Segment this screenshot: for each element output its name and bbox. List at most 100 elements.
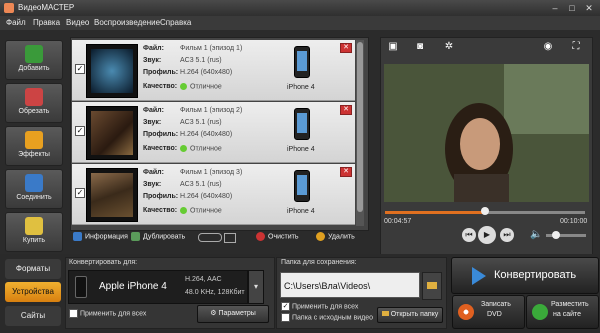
play-icon[interactable]: ▶: [478, 226, 496, 244]
delete-icon: [316, 232, 325, 241]
buy-button[interactable]: Купить: [5, 212, 63, 252]
file-audio: AC3 5.1 (rus): [180, 181, 222, 188]
apply-all-save-checkbox[interactable]: ✓: [281, 302, 290, 311]
apply-all-convert[interactable]: Применить для всех: [69, 309, 146, 318]
remove-file-icon[interactable]: ✕: [340, 167, 352, 177]
file-checkbox[interactable]: ✓: [75, 188, 85, 198]
next-icon[interactable]: ⏭: [500, 228, 514, 242]
tab-formats[interactable]: Форматы: [5, 259, 61, 279]
buy-icon: [25, 217, 43, 235]
file-quality: Отличное: [180, 83, 222, 90]
fullscreen-icon[interactable]: ◙: [413, 40, 427, 54]
title-bar: [0, 0, 600, 16]
add-button[interactable]: Добавить: [5, 40, 63, 80]
grid-view-icon[interactable]: [224, 233, 236, 243]
quality-value: Отличное: [190, 145, 222, 153]
crop-icon[interactable]: ▣: [386, 40, 400, 54]
close-button[interactable]: ✕: [582, 2, 596, 14]
save-path-input[interactable]: C:\Users\Вла\Videos\: [280, 272, 420, 298]
join-button[interactable]: Соединить: [5, 169, 63, 209]
app-logo-icon: [4, 3, 14, 13]
device-selector[interactable]: Apple iPhone 4 H.264, AAC 48.0 KHz, 128К…: [68, 270, 248, 304]
menu-video[interactable]: Видео: [66, 18, 89, 27]
chevron-down-icon[interactable]: ▾: [248, 270, 264, 304]
file-name: Фильм 1 (эпизод 3): [180, 169, 243, 176]
quality-dot-icon: [180, 83, 187, 90]
quality-key: Качество:: [143, 145, 178, 152]
profile-key: Профиль:: [143, 131, 179, 138]
source-folder-option[interactable]: Папка с исходным видео: [281, 313, 373, 322]
remove-file-icon[interactable]: ✕: [340, 105, 352, 115]
menu-file[interactable]: Файл: [6, 18, 26, 27]
file-audio: AC3 5.1 (rus): [180, 57, 222, 64]
list-scroll-thumb[interactable]: [357, 42, 363, 212]
total-time: 00:10:00: [560, 218, 588, 225]
apply-all-save-label: Применить для всех: [292, 303, 359, 311]
info-button[interactable]: Информация: [73, 232, 128, 241]
video-preview[interactable]: [384, 64, 589, 202]
file-row[interactable]: ✓ Файл: Фильм 1 (эпизод 2) Звук: AC3 5.1…: [72, 102, 355, 163]
add-label: Добавить: [18, 65, 50, 72]
tab-devices[interactable]: Устройства: [5, 282, 61, 302]
site-label-1: Разместить: [551, 301, 589, 308]
profile-key: Профиль:: [143, 69, 179, 76]
join-label: Соединить: [16, 194, 52, 201]
clear-button[interactable]: Очистить: [256, 232, 298, 241]
prev-icon[interactable]: ⏮: [462, 228, 476, 242]
publish-site-button[interactable]: Разместить на сайте: [526, 295, 599, 329]
device-name: iPhone 4: [287, 146, 315, 153]
remove-file-icon[interactable]: ✕: [340, 43, 352, 53]
trim-label: Обрезать: [18, 108, 50, 115]
menu-help[interactable]: Справка: [160, 18, 191, 27]
device-selected: Apple iPhone 4: [99, 281, 167, 292]
iphone-icon: [294, 108, 310, 140]
open-folder-button[interactable]: Открыть папку: [377, 307, 443, 323]
source-folder-checkbox[interactable]: [281, 313, 290, 322]
duplicate-label: Дублировать: [143, 233, 186, 241]
open-folder-label: Открыть папку: [390, 311, 439, 318]
volume-handle[interactable]: [552, 231, 560, 239]
info-icon: [73, 232, 82, 241]
site-label-2: на сайте: [553, 311, 582, 318]
browse-folder-button[interactable]: [422, 272, 442, 300]
snapshot-icon[interactable]: ◉: [541, 40, 555, 54]
maximize-button[interactable]: □: [565, 2, 579, 14]
burn-dvd-button[interactable]: Записать DVD: [452, 295, 525, 329]
seek-handle[interactable]: [481, 207, 489, 215]
file-row[interactable]: ✓ Файл: Фильм 1 (эпизод 1) Звук: AC3 5.1…: [72, 40, 355, 101]
duplicate-button[interactable]: Дублировать: [131, 232, 185, 241]
delete-label: Удалить: [328, 233, 355, 241]
apply-all-checkbox[interactable]: [69, 309, 78, 318]
quality-key: Качество:: [143, 207, 178, 214]
file-checkbox[interactable]: ✓: [75, 126, 85, 136]
video-thumbnail: [86, 106, 138, 160]
audio-key: Звук:: [143, 57, 162, 64]
audio-key: Звук:: [143, 181, 162, 188]
clear-icon: [256, 232, 265, 241]
expand-icon[interactable]: ⛶: [569, 40, 583, 54]
file-row[interactable]: ✓ Файл: Фильм 1 (эпизод 3) Звук: AC3 5.1…: [72, 164, 355, 225]
convert-button[interactable]: Конвертировать: [451, 257, 599, 294]
tab-sites[interactable]: Сайты: [5, 306, 61, 326]
file-quality: Отличное: [180, 145, 222, 152]
parameters-button[interactable]: ⚙ Параметры: [197, 305, 269, 323]
join-icon: [25, 174, 43, 192]
minimize-button[interactable]: –: [548, 2, 562, 14]
effects-icon: [25, 131, 43, 149]
trim-button[interactable]: Обрезать: [5, 83, 63, 123]
file-checkbox[interactable]: ✓: [75, 64, 85, 74]
buy-label: Купить: [22, 237, 46, 244]
file-key: Файл:: [143, 169, 164, 176]
menu-edit[interactable]: Правка: [33, 18, 60, 27]
convert-for-label: Конвертировать для:: [69, 259, 138, 266]
brightness-icon[interactable]: ✲: [442, 40, 456, 54]
apply-all-save[interactable]: ✓ Применить для всех: [281, 302, 358, 311]
device-name: iPhone 4: [287, 208, 315, 215]
add-film-icon: [25, 45, 43, 63]
view-toggle-icon[interactable]: [198, 233, 222, 242]
volume-icon[interactable]: 🔈: [530, 229, 542, 240]
convert-label: Конвертировать: [494, 269, 577, 281]
effects-button[interactable]: Эффекты: [5, 126, 63, 166]
delete-button[interactable]: Удалить: [316, 232, 355, 241]
menu-playback[interactable]: Воспроизведение: [94, 18, 160, 27]
